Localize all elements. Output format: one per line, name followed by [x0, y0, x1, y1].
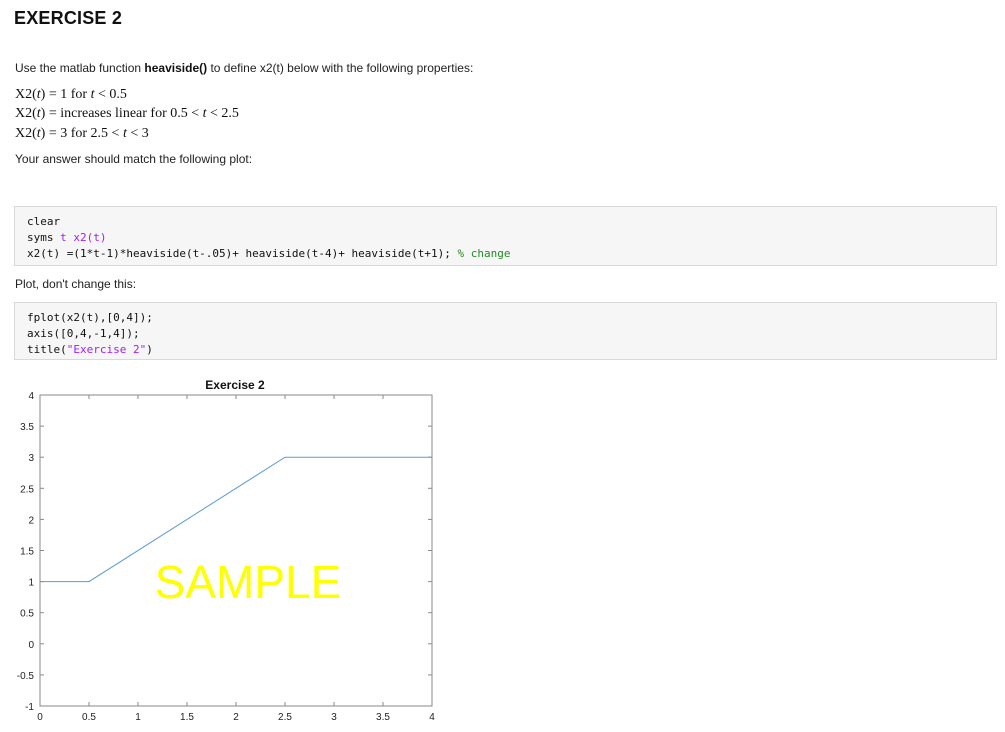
- code-line: title("Exercise 2"): [27, 343, 153, 356]
- intro-suffix: to define x2(t) below with the following…: [210, 61, 474, 75]
- y-tick-label: 0: [28, 640, 34, 651]
- code-line: x2(t) =(1*t-1)*heaviside(t-.05)+ heavisi…: [27, 247, 511, 260]
- y-tick-label: 1.5: [20, 547, 34, 558]
- property-line-1: X2(t) = 1 for t < 0.5: [15, 87, 127, 102]
- page-title: EXERCISE 2: [14, 8, 123, 28]
- code-comment: % change: [457, 247, 511, 260]
- property-line-2: X2(t) = increases linear for 0.5 < t < 2…: [15, 106, 239, 121]
- x-tick-label: 0: [37, 712, 43, 723]
- plot-area: [39, 394, 433, 707]
- y-tick-label: 1: [28, 578, 34, 589]
- y-tick-label: -0.5: [17, 671, 35, 682]
- y-tick-label: 3: [28, 453, 34, 464]
- sample-watermark: SAMPLE: [155, 556, 342, 608]
- function-name: heaviside(): [144, 61, 208, 75]
- instructions: Use the matlab function heaviside() to d…: [15, 61, 473, 75]
- plot-note: Your answer should match the following p…: [15, 152, 253, 166]
- code-line: clear: [27, 215, 61, 228]
- y-tick-label: 2.5: [20, 484, 34, 495]
- x-tick-label: 4: [429, 712, 435, 723]
- code-block-plot[interactable]: fplot(x2(t),[0,4]); axis([0,4,-1,4]); ti…: [14, 302, 997, 360]
- y-tick-label: 4: [28, 391, 34, 402]
- y-tick-label: 2: [28, 515, 34, 526]
- chart-title: Exercise 2: [205, 378, 265, 392]
- y-tick-label: 3.5: [20, 422, 34, 433]
- code-line: fplot(x2(t),[0,4]);: [27, 311, 153, 324]
- intro-prefix: Use the matlab function: [15, 61, 142, 75]
- x-tick-label: 2.5: [278, 712, 292, 723]
- y-tick-label: 0.5: [20, 609, 34, 620]
- exercise-plot: Exercise 2 0 0.5 1 1.5 2 2.5 3 3.5 4 4 3.5 3 2.5 2 1.5…: [17, 378, 435, 723]
- code-line: axis([0,4,-1,4]);: [27, 327, 140, 340]
- x-tick-label: 3: [331, 712, 337, 723]
- code-block-answer[interactable]: clear syms t x2(t) x2(t) =(1*t-1)*heavis…: [14, 206, 997, 266]
- code-line: syms t x2(t): [27, 231, 107, 244]
- code-string: "Exercise 2": [66, 343, 147, 356]
- property-line-3: X2(t) = 3 for 2.5 < t < 3: [15, 126, 149, 141]
- x-tick-label: 2: [233, 712, 239, 723]
- x-tick-label: 1.5: [180, 712, 194, 723]
- plot-note-fixed: Plot, don't change this:: [15, 277, 137, 291]
- x-tick-label: 0.5: [82, 712, 96, 723]
- x-tick-label: 3.5: [376, 712, 390, 723]
- y-tick-label: -1: [25, 702, 34, 713]
- x-tick-label: 1: [135, 712, 141, 723]
